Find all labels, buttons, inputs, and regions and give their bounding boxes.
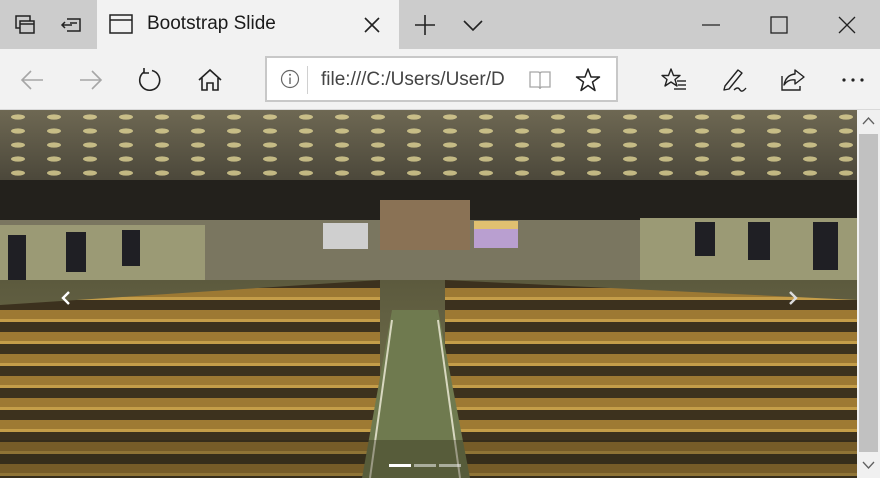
chevron-right-icon[interactable] xyxy=(783,286,803,310)
more-icon[interactable] xyxy=(839,66,867,94)
home-icon[interactable] xyxy=(196,66,224,94)
close-tab-icon[interactable] xyxy=(359,12,385,38)
maximize-icon[interactable] xyxy=(766,12,792,38)
set-aside-tabs-icon[interactable] xyxy=(58,12,84,38)
share-icon[interactable] xyxy=(779,66,807,94)
back-arrow-icon[interactable] xyxy=(18,66,46,94)
nav-bar: file:///C:/Users/User/D xyxy=(0,49,880,110)
carousel-indicators xyxy=(389,464,461,467)
scroll-down-icon[interactable] xyxy=(860,456,877,473)
chevron-down-icon[interactable] xyxy=(460,12,486,38)
carousel xyxy=(0,110,857,478)
chevron-left-icon[interactable] xyxy=(56,286,76,310)
slide-image xyxy=(0,110,857,478)
indicator-3[interactable] xyxy=(439,464,461,467)
star-icon[interactable] xyxy=(575,67,601,93)
indicator-2[interactable] xyxy=(414,464,436,467)
page-icon xyxy=(109,13,133,35)
forward-arrow-icon[interactable] xyxy=(77,66,105,94)
tab-title: Bootstrap Slide xyxy=(147,13,276,34)
vertical-scrollbar[interactable] xyxy=(857,110,880,478)
pen-icon[interactable] xyxy=(720,66,748,94)
minimize-icon[interactable] xyxy=(698,12,724,38)
address-divider xyxy=(307,66,308,94)
favorites-icon[interactable] xyxy=(660,66,688,94)
scroll-up-icon[interactable] xyxy=(860,113,877,130)
active-tab[interactable]: Bootstrap Slide xyxy=(97,0,399,49)
url-text[interactable]: file:///C:/Users/User/D xyxy=(321,69,517,91)
address-bar[interactable]: file:///C:/Users/User/D xyxy=(265,56,618,102)
refresh-icon[interactable] xyxy=(136,66,164,94)
scrollbar-thumb[interactable] xyxy=(859,134,878,452)
indicator-1[interactable] xyxy=(389,464,411,467)
close-window-icon[interactable] xyxy=(834,12,860,38)
tab-actions-icon[interactable] xyxy=(12,12,38,38)
plus-icon[interactable] xyxy=(412,12,438,38)
title-bar: Bootstrap Slide xyxy=(0,0,880,49)
info-icon[interactable] xyxy=(280,69,300,89)
book-icon[interactable] xyxy=(528,68,552,92)
